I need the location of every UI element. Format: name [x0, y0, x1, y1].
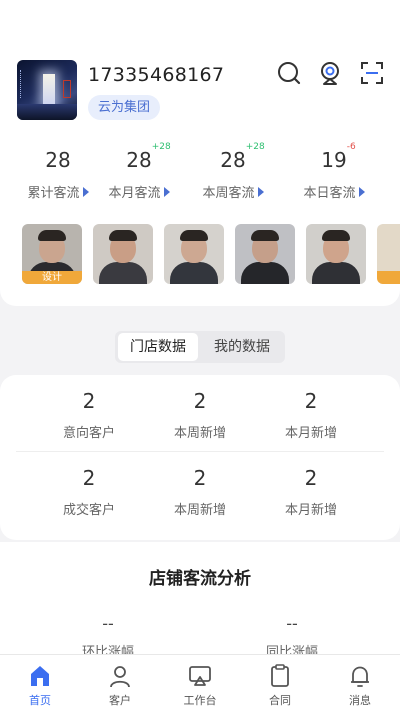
nav-messages[interactable]: 消息	[330, 664, 390, 708]
visitor-face[interactable]	[235, 224, 295, 284]
traffic-analysis-section: 店铺客流分析 -- 环比涨幅 -- 同比涨幅	[0, 542, 400, 662]
bottom-nav: 首页 客户 工作台 合同 消息	[0, 654, 400, 711]
bell-icon	[351, 666, 369, 687]
section-title: 店铺客流分析	[149, 569, 251, 589]
nav-home[interactable]: 首页	[10, 664, 70, 708]
visitor-face[interactable]: 设计	[22, 224, 82, 284]
triangle-right-icon	[358, 186, 365, 197]
triangle-right-icon	[257, 186, 264, 197]
home-icon	[31, 666, 49, 686]
visitor-tag	[377, 271, 400, 284]
webcam-icon[interactable]	[318, 61, 342, 85]
growth-value: --	[286, 614, 298, 633]
triangle-right-icon	[163, 186, 170, 197]
stat-label: 累计客流	[27, 186, 80, 201]
stat-day-traffic[interactable]: 19 -6 本日客流	[284, 142, 384, 201]
customer-metrics-card: 2 意向客户 2 本周新增 2 本月新增 2 成交客户 2 本周新增 2 本月新…	[0, 375, 400, 540]
workbench-icon	[189, 666, 211, 686]
visitor-face-list[interactable]: 设计	[22, 224, 400, 286]
nav-label: 合同	[269, 694, 291, 707]
nav-contracts[interactable]: 合同	[250, 664, 310, 708]
account-phone: 17335468167	[88, 64, 225, 86]
metric-month-new-deal[interactable]: 2 本月新增	[246, 466, 376, 518]
stat-value: 28	[45, 148, 71, 172]
contract-icon	[271, 664, 289, 687]
group-badge[interactable]: 云为集团	[88, 95, 161, 120]
stat-label: 本月客流	[108, 186, 161, 201]
stat-value: 28	[126, 148, 152, 172]
visitor-tag: 设计	[22, 271, 82, 284]
metric-label: 本月新增	[284, 503, 337, 518]
metric-label: 本月新增	[284, 426, 337, 441]
metric-value: 2	[304, 389, 318, 413]
nav-label: 客户	[109, 694, 131, 707]
visitor-face[interactable]	[377, 224, 400, 284]
tab-store-data[interactable]: 门店数据	[118, 333, 198, 361]
stat-label: 本日客流	[303, 186, 356, 201]
nav-workbench[interactable]: 工作台	[170, 664, 230, 708]
nav-label: 消息	[349, 694, 371, 707]
visitor-face[interactable]	[164, 224, 224, 284]
stat-delta: +28	[245, 142, 265, 152]
visitor-face[interactable]	[93, 224, 153, 284]
stat-label: 本周客流	[202, 186, 255, 201]
stat-value: 19	[321, 148, 347, 172]
nav-customers[interactable]: 客户	[90, 664, 150, 708]
growth-value: --	[102, 614, 114, 633]
user-icon	[110, 666, 130, 688]
divider	[16, 451, 384, 452]
data-tab-switch: 门店数据 我的数据	[115, 331, 285, 363]
metric-month-new[interactable]: 2 本月新增	[246, 389, 376, 441]
store-avatar[interactable]	[17, 60, 77, 120]
stat-month-traffic[interactable]: 28 +28 本月客流	[89, 142, 189, 201]
stat-delta: -6	[346, 142, 356, 152]
stat-value: 28	[220, 148, 246, 172]
traffic-stats: 28 累计客流 28 +28 本月客流 28 +28 本周客流 19 -6 本日客流	[0, 142, 400, 208]
visitor-face[interactable]	[306, 224, 366, 284]
search-icon[interactable]	[277, 61, 301, 85]
scan-icon[interactable]	[360, 61, 384, 85]
nav-label: 首页	[29, 694, 51, 707]
metric-value: 2	[304, 466, 318, 490]
stat-week-traffic[interactable]: 28 +28 本周客流	[183, 142, 283, 201]
profile-card: 17335468167 云为集团 28 累计客流 28 +28 本月客流 28 +2…	[0, 0, 400, 306]
triangle-right-icon	[82, 186, 89, 197]
nav-label: 工作台	[183, 694, 217, 707]
stat-delta: +28	[151, 142, 171, 152]
tab-my-data[interactable]: 我的数据	[201, 333, 283, 361]
